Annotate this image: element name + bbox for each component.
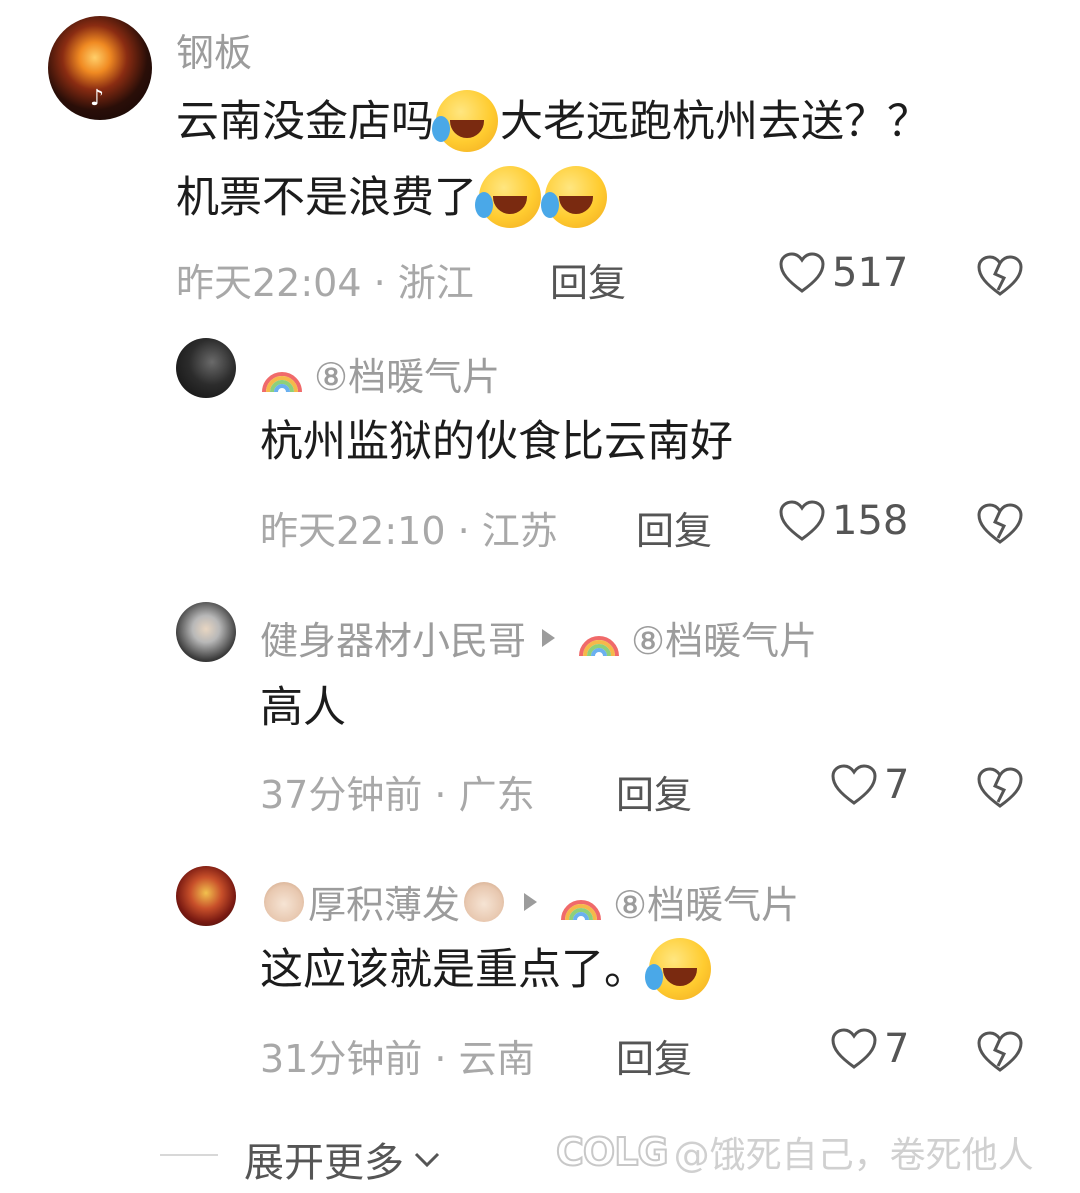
broken-heart-icon[interactable] xyxy=(976,1028,1024,1076)
like-count: 7 xyxy=(884,762,910,808)
rainbow-icon xyxy=(561,899,602,920)
reply-username[interactable]: 健身器材小民哥 ⑧档暖气片 xyxy=(260,610,817,665)
broken-heart-icon[interactable] xyxy=(976,252,1024,300)
reply-text: 杭州监狱的伙食比云南好 xyxy=(260,417,733,467)
heart-outline-icon xyxy=(831,1028,877,1069)
avatar[interactable] xyxy=(176,602,236,662)
rainbow-icon xyxy=(579,635,620,656)
like-button[interactable]: 158 xyxy=(778,498,908,544)
chevron-down-icon xyxy=(414,1152,440,1168)
reply-meta: 31分钟前 · 云南 xyxy=(260,1037,535,1081)
heart-outline-icon xyxy=(779,500,825,541)
like-button[interactable]: 7 xyxy=(830,1026,909,1072)
expand-more-button[interactable]: 展开更多 xyxy=(244,1130,444,1188)
reply-username[interactable]: 厚积薄发 ⑧档暖气片 xyxy=(260,874,799,929)
laughing-crying-emoji-icon xyxy=(645,937,711,1000)
tiktok-logo-icon: ♪ xyxy=(90,86,105,111)
like-count: 517 xyxy=(832,250,909,296)
reply-text: 这应该就是重点了。 xyxy=(260,932,713,1008)
reply-meta: 昨天22:10 · 江苏 xyxy=(260,509,558,553)
like-button[interactable]: 517 xyxy=(778,250,908,296)
laughing-crying-emoji-icon xyxy=(541,165,607,228)
like-count: 158 xyxy=(832,498,909,544)
reply-button[interactable]: 回复 xyxy=(616,1028,692,1083)
reply-meta: 37分钟前 · 广东 xyxy=(260,773,535,817)
watermark: COLG @饿死自己，卷死他人 xyxy=(555,1126,1034,1178)
watermark-logo: COLG xyxy=(555,1129,670,1175)
reply-button[interactable]: 回复 xyxy=(616,764,692,819)
divider xyxy=(160,1154,218,1156)
avatar[interactable] xyxy=(176,338,236,398)
heart-outline-icon xyxy=(779,252,825,293)
play-arrow-icon xyxy=(542,628,556,647)
avatar[interactable]: ♪ xyxy=(48,16,152,120)
reply-text: 高人 xyxy=(260,683,346,733)
watermark-text: @饿死自己，卷死他人 xyxy=(673,1135,1034,1176)
rainbow-icon xyxy=(262,371,302,392)
reply-button[interactable]: 回复 xyxy=(636,500,712,555)
like-button[interactable]: 7 xyxy=(830,762,909,808)
comment-username[interactable]: 钢板 xyxy=(176,22,252,77)
cow-face-emoji-icon xyxy=(264,881,304,922)
reply-username[interactable]: ⑧档暖气片 xyxy=(260,346,500,401)
heart-outline-icon xyxy=(831,764,877,805)
avatar[interactable] xyxy=(176,866,236,926)
broken-heart-icon[interactable] xyxy=(976,764,1024,812)
like-count: 7 xyxy=(884,1026,910,1072)
play-arrow-icon xyxy=(524,892,538,911)
comment-text: 云南没金店吗 大老远跑杭州去送？？ 机票不是浪费了 xyxy=(176,84,930,236)
cow-face-emoji-icon xyxy=(464,881,505,922)
reply-button[interactable]: 回复 xyxy=(550,252,626,307)
laughing-crying-emoji-icon xyxy=(432,89,498,152)
comment-meta: 昨天22:04 · 浙江 xyxy=(176,261,474,305)
broken-heart-icon[interactable] xyxy=(976,500,1024,548)
laughing-crying-emoji-icon xyxy=(475,165,541,228)
